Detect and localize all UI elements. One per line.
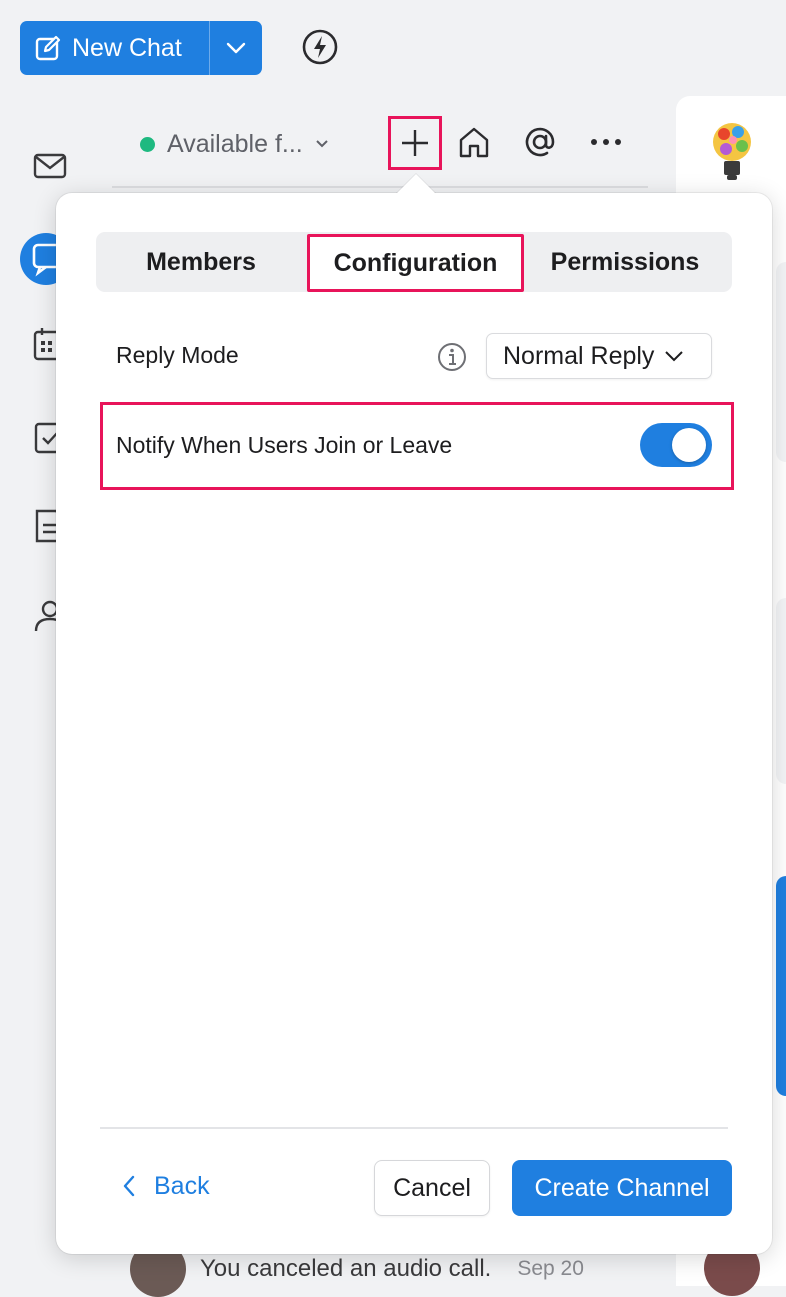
toggle-knob	[672, 428, 706, 462]
status-dot	[140, 136, 155, 152]
more-icon[interactable]	[584, 120, 628, 164]
chevron-down-icon	[225, 41, 247, 55]
popover-caret	[396, 174, 436, 194]
tab-permissions[interactable]: Permissions	[524, 232, 726, 292]
status-text: Available f...	[167, 129, 303, 158]
last-message-date: Sep 20	[517, 1257, 584, 1280]
bolt-icon[interactable]	[300, 27, 340, 67]
chevron-down-icon	[664, 350, 684, 362]
mail-icon[interactable]	[32, 148, 68, 184]
right-card	[776, 262, 786, 462]
info-icon[interactable]	[436, 341, 468, 373]
new-chat-button[interactable]: New Chat	[20, 21, 209, 75]
new-chat-button-group: New Chat	[20, 21, 262, 75]
tab-configuration[interactable]: Configuration	[307, 234, 524, 292]
create-label: Create Channel	[534, 1173, 710, 1202]
notify-label: Notify When Users Join or Leave	[116, 432, 453, 458]
footer-divider	[100, 1127, 728, 1129]
cancel-button[interactable]: Cancel	[374, 1160, 490, 1216]
tab-label: Permissions	[550, 247, 700, 276]
cancel-label: Cancel	[393, 1173, 471, 1202]
tab-label: Members	[146, 247, 256, 276]
compose-icon	[34, 34, 62, 62]
add-button[interactable]	[388, 116, 442, 170]
notify-toggle[interactable]	[640, 423, 712, 467]
header-divider	[112, 186, 648, 188]
tab-label: Configuration	[333, 248, 498, 277]
reply-mode-value: Normal Reply	[503, 341, 655, 370]
mention-icon[interactable]	[518, 120, 562, 164]
chevron-down-icon	[315, 139, 329, 149]
back-label: Back	[154, 1171, 210, 1200]
last-message: You canceled an audio call.	[200, 1255, 492, 1282]
plus-icon	[400, 128, 430, 158]
reply-mode-label: Reply Mode	[116, 342, 239, 368]
right-card	[776, 598, 786, 784]
tab-bar: Members Configuration Permissions	[96, 232, 732, 292]
lightbulb-icon	[708, 118, 756, 182]
tab-members[interactable]: Members	[96, 232, 306, 292]
right-card	[776, 876, 786, 1096]
availability-status[interactable]: Available f...	[140, 127, 329, 161]
home-icon[interactable]	[452, 120, 496, 164]
back-button[interactable]: Back	[122, 1166, 210, 1206]
new-chat-dropdown-button[interactable]	[210, 21, 262, 75]
chevron-left-icon	[122, 1174, 136, 1198]
create-channel-button[interactable]: Create Channel	[512, 1160, 732, 1216]
reply-mode-select[interactable]: Normal Reply	[486, 333, 712, 379]
new-chat-label: New Chat	[72, 33, 182, 62]
